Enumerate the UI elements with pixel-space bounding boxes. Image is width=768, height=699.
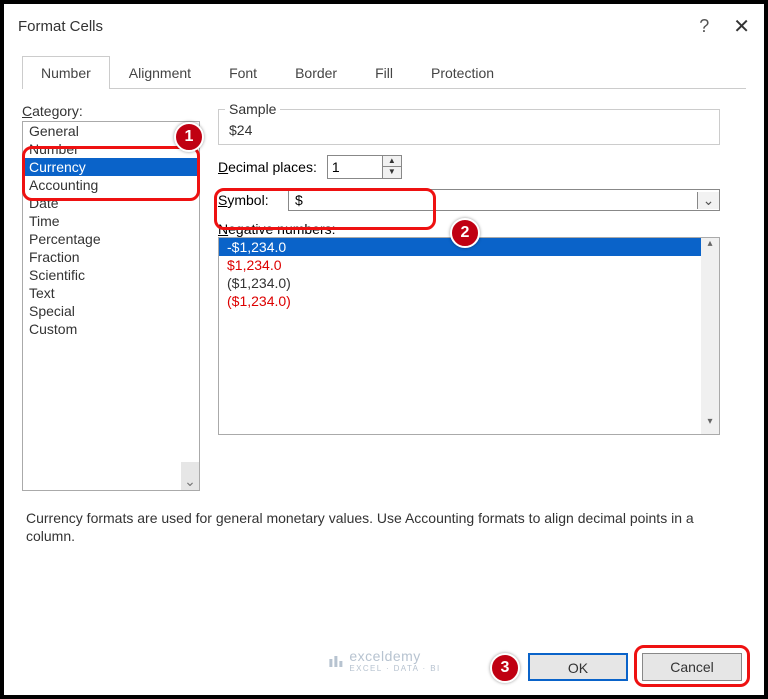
category-item-special[interactable]: Special: [23, 302, 199, 320]
category-item-time[interactable]: Time: [23, 212, 199, 230]
symbol-row: Symbol: $ ⌄: [218, 189, 720, 211]
scroll-down-icon[interactable]: ▾: [701, 416, 719, 434]
category-item-percentage[interactable]: Percentage: [23, 230, 199, 248]
annotation-badge-3: 3: [490, 653, 520, 683]
spinner-down-icon[interactable]: ▼: [383, 167, 401, 178]
negative-listbox[interactable]: -$1,234.0 $1,234.0 ($1,234.0) ($1,234.0)…: [218, 237, 720, 435]
sample-group: Sample $24: [218, 109, 720, 145]
decimal-label: Decimal places:: [218, 159, 317, 175]
negative-item-1[interactable]: $1,234.0: [219, 256, 719, 274]
tab-alignment[interactable]: Alignment: [110, 56, 210, 89]
ok-button[interactable]: OK: [528, 653, 628, 681]
titlebar: Format Cells ? ✕: [4, 4, 764, 55]
watermark-tag: EXCEL · DATA · BI: [349, 664, 440, 673]
symbol-label: Symbol:: [218, 192, 278, 208]
category-item-general[interactable]: General: [23, 122, 199, 140]
category-item-fraction[interactable]: Fraction: [23, 248, 199, 266]
tab-fill[interactable]: Fill: [356, 56, 412, 89]
tab-protection[interactable]: Protection: [412, 56, 513, 89]
category-listbox[interactable]: General Number Currency Accounting Date …: [22, 121, 200, 491]
negative-label: Negative numbers:: [218, 221, 746, 237]
scroll-down-icon[interactable]: ⌄: [181, 462, 199, 490]
tab-border[interactable]: Border: [276, 56, 356, 89]
watermark-brand: exceldemy: [349, 648, 440, 664]
sample-value: $24: [229, 122, 709, 138]
dialog-footer: OK Cancel: [528, 653, 742, 681]
cancel-button[interactable]: Cancel: [642, 653, 742, 681]
negative-item-2[interactable]: ($1,234.0): [219, 274, 719, 292]
spinner-up-icon[interactable]: ▲: [383, 156, 401, 167]
symbol-value: $: [289, 190, 697, 210]
symbol-select[interactable]: $ ⌄: [288, 189, 720, 211]
sample-label: Sample: [225, 101, 280, 117]
chevron-down-icon[interactable]: ⌄: [697, 192, 719, 209]
dialog-format-cells: Format Cells ? ✕ Number Alignment Font B…: [0, 0, 768, 699]
negative-item-3[interactable]: ($1,234.0): [219, 292, 719, 310]
description-text: Currency formats are used for general mo…: [4, 491, 764, 545]
scrollbar[interactable]: ▴ ▾: [701, 238, 719, 434]
annotation-badge-2: 2: [450, 218, 480, 248]
help-icon[interactable]: ?: [699, 16, 709, 37]
annotation-badge-1: 1: [174, 122, 204, 152]
category-item-scientific[interactable]: Scientific: [23, 266, 199, 284]
category-label: Category:: [22, 103, 200, 119]
watermark: exceldemy EXCEL · DATA · BI: [327, 648, 440, 673]
category-item-number[interactable]: Number: [23, 140, 199, 158]
decimal-input[interactable]: [327, 155, 383, 179]
category-item-text[interactable]: Text: [23, 284, 199, 302]
category-item-date[interactable]: Date: [23, 194, 199, 212]
category-item-custom[interactable]: Custom: [23, 320, 199, 338]
tab-number[interactable]: Number: [22, 56, 110, 89]
dialog-title: Format Cells: [18, 18, 103, 35]
category-item-accounting[interactable]: Accounting: [23, 176, 199, 194]
tabstrip: Number Alignment Font Border Fill Protec…: [22, 55, 746, 89]
category-item-currency[interactable]: Currency: [23, 158, 199, 176]
close-icon[interactable]: ✕: [733, 14, 750, 39]
decimal-row: Decimal places: ▲ ▼: [218, 155, 720, 179]
decimal-spinner[interactable]: ▲ ▼: [327, 155, 402, 179]
watermark-icon: [327, 653, 343, 669]
scroll-up-icon[interactable]: ▴: [701, 238, 719, 256]
tab-font[interactable]: Font: [210, 56, 276, 89]
